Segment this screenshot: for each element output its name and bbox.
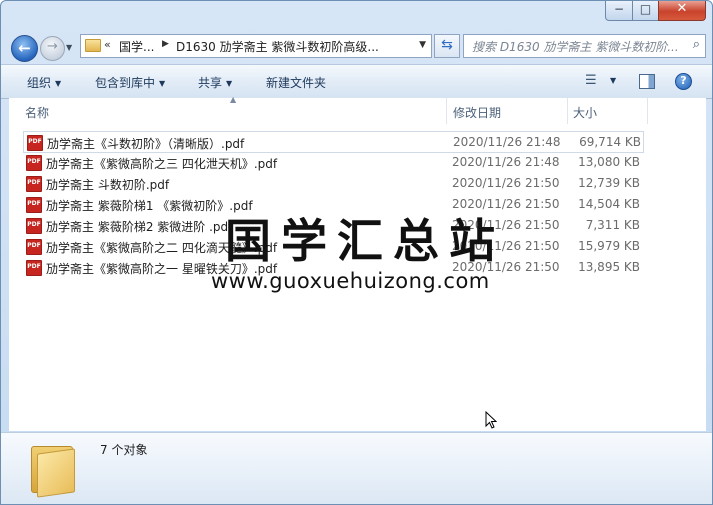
file-size: 12,739 KB bbox=[578, 176, 640, 190]
include-in-library-menu[interactable]: 包含到库中 ▼ bbox=[95, 74, 165, 91]
maximize-button[interactable]: □ bbox=[632, 1, 659, 21]
column-header-size[interactable]: 大小 bbox=[568, 98, 648, 124]
file-size: 13,080 KB bbox=[578, 155, 640, 169]
view-dropdown-icon[interactable]: ▼ bbox=[610, 76, 616, 85]
close-icon: ✕ bbox=[676, 1, 688, 16]
details-pane: 7 个对象 bbox=[1, 432, 712, 504]
minimize-button[interactable]: − bbox=[605, 1, 633, 21]
file-name: 劢学斋主 紫薇阶梯2 紫微进阶 .pdf bbox=[46, 220, 233, 234]
chevron-down-icon: ▼ bbox=[226, 79, 233, 88]
back-button[interactable]: ← bbox=[11, 35, 38, 62]
view-options-icon[interactable]: ☰ bbox=[585, 73, 597, 88]
search-input[interactable]: 搜索 D1630 劢学斋主 紫微斗数初阶... bbox=[472, 38, 677, 55]
column-divider[interactable] bbox=[647, 98, 648, 124]
address-dropdown-icon[interactable]: ▼ bbox=[419, 40, 426, 50]
pdf-file-icon: PDF bbox=[27, 135, 43, 151]
organize-menu[interactable]: 组织 ▼ bbox=[27, 74, 61, 91]
breadcrumb-separator-icon[interactable]: ▶ bbox=[162, 39, 169, 49]
file-modified: 2020/11/26 21:48 bbox=[453, 135, 561, 149]
help-icon: ? bbox=[680, 74, 687, 87]
command-bar: 组织 ▼ 包含到库中 ▼ 共享 ▼ 新建文件夹 ☰ ▼ ? bbox=[1, 64, 712, 99]
breadcrumb-overflow[interactable]: « bbox=[104, 38, 111, 51]
column-size-label: 大小 bbox=[573, 106, 598, 120]
file-size: 13,895 KB bbox=[578, 260, 640, 274]
explorer-window: − □ ✕ ← → ▼ « 国学... ▶ D1630 劢学斋主 紫微斗数初阶高… bbox=[0, 0, 713, 505]
new-folder-button[interactable]: 新建文件夹 bbox=[266, 74, 326, 91]
column-name-label: 名称 bbox=[25, 106, 50, 120]
share-label: 共享 bbox=[198, 76, 223, 90]
forward-arrow-icon: → bbox=[47, 39, 58, 54]
file-modified: 2020/11/26 21:50 bbox=[452, 176, 560, 190]
pdf-file-icon: PDF bbox=[26, 176, 42, 192]
chevron-down-icon: ▼ bbox=[55, 79, 62, 88]
file-modified: 2020/11/26 21:48 bbox=[452, 155, 560, 169]
file-row[interactable]: PDF 劢学斋主 斗数初阶.pdf 2020/11/26 21:50 12,73… bbox=[23, 173, 642, 193]
pdf-file-icon: PDF bbox=[26, 218, 42, 234]
file-name: 劢学斋主《紫微高阶之三 四化泄天机》.pdf bbox=[46, 157, 278, 171]
refresh-icon: ⇆ bbox=[441, 37, 453, 53]
recent-pages-dropdown[interactable]: ▼ bbox=[66, 43, 72, 52]
refresh-button[interactable]: ⇆ bbox=[434, 34, 460, 58]
folder-large-icon bbox=[31, 443, 75, 498]
column-header-modified[interactable]: 修改日期 bbox=[447, 98, 567, 124]
file-name: 劢学斋主 紫薇阶梯1 《紫微初阶》.pdf bbox=[46, 199, 253, 213]
mouse-cursor-icon bbox=[485, 411, 497, 429]
item-count: 7 个对象 bbox=[100, 443, 148, 457]
sort-ascending-icon: ▲ bbox=[230, 95, 237, 104]
pdf-file-icon: PDF bbox=[26, 197, 42, 213]
column-modified-label: 修改日期 bbox=[453, 106, 502, 120]
maximize-icon: □ bbox=[639, 2, 652, 16]
forward-button[interactable]: → bbox=[40, 36, 65, 61]
organize-label: 组织 bbox=[27, 76, 52, 90]
file-size: 15,979 KB bbox=[578, 239, 640, 253]
file-size: 14,504 KB bbox=[578, 197, 640, 211]
column-header-name[interactable]: 名称 bbox=[9, 98, 446, 124]
file-row[interactable]: PDF 劢学斋主《紫微高阶之三 四化泄天机》.pdf 2020/11/26 21… bbox=[23, 152, 642, 172]
back-arrow-icon: ← bbox=[18, 39, 31, 57]
file-name: 劢学斋主《斗数初阶》（清晰版）.pdf bbox=[47, 137, 245, 151]
help-button[interactable]: ? bbox=[675, 73, 692, 90]
chevron-down-icon: ▼ bbox=[159, 79, 166, 88]
minimize-icon: − bbox=[613, 2, 625, 16]
close-button[interactable]: ✕ bbox=[658, 1, 706, 21]
search-box[interactable]: 搜索 D1630 劢学斋主 紫微斗数初阶... ⌕ bbox=[463, 34, 706, 58]
share-menu[interactable]: 共享 ▼ bbox=[198, 74, 232, 91]
address-bar[interactable]: « 国学... ▶ D1630 劢学斋主 紫微斗数初阶高级... ▼ bbox=[80, 34, 432, 58]
file-name: 劢学斋主 斗数初阶.pdf bbox=[46, 178, 170, 192]
include-in-library-label: 包含到库中 bbox=[95, 76, 156, 90]
breadcrumb-current[interactable]: D1630 劢学斋主 紫微斗数初阶高级... bbox=[176, 38, 411, 55]
file-size: 69,714 KB bbox=[579, 135, 641, 149]
pdf-file-icon: PDF bbox=[26, 260, 42, 276]
file-row[interactable]: PDF 劢学斋主《斗数初阶》（清晰版）.pdf 2020/11/26 21:48… bbox=[23, 131, 644, 153]
breadcrumb-parent[interactable]: 国学... bbox=[119, 38, 154, 55]
folder-icon bbox=[85, 39, 101, 52]
pdf-file-icon: PDF bbox=[26, 239, 42, 255]
watermark-title: 国学汇总站 bbox=[225, 214, 505, 268]
watermark-url: www.guoxuehuizong.com bbox=[211, 269, 490, 293]
file-size: 7,311 KB bbox=[585, 218, 640, 232]
pdf-file-icon: PDF bbox=[26, 155, 42, 171]
search-icon: ⌕ bbox=[692, 37, 700, 52]
preview-pane-icon[interactable] bbox=[639, 74, 655, 89]
